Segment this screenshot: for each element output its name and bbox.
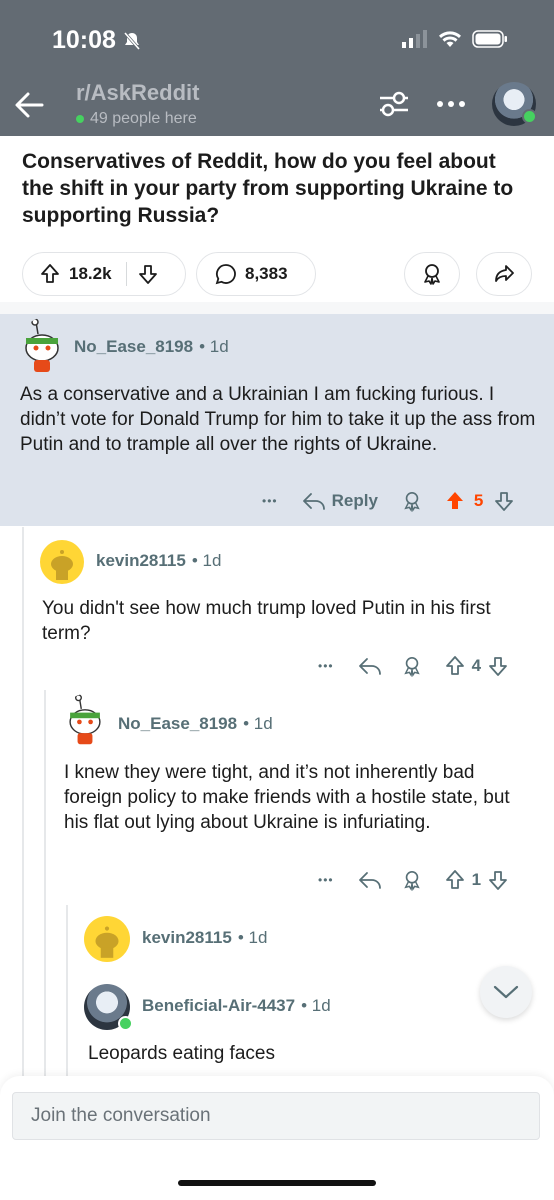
comment-score: 4 bbox=[471, 656, 482, 675]
share-button[interactable] bbox=[476, 252, 532, 296]
status-indicators bbox=[402, 30, 508, 48]
online-count: 49 people here bbox=[76, 110, 197, 128]
thread-line bbox=[44, 690, 46, 1076]
comment-more-button[interactable]: ••• bbox=[262, 494, 278, 508]
comment-age: • 1d bbox=[301, 996, 331, 1015]
comment-actions: ••• 1 bbox=[318, 869, 509, 891]
downvote-icon[interactable] bbox=[487, 869, 509, 891]
bell-slash-icon bbox=[123, 31, 141, 50]
comment-header: Beneficial-Air-4437 • 1d bbox=[142, 996, 331, 1016]
comment-more-button[interactable]: ••• bbox=[318, 659, 334, 673]
back-arrow-icon[interactable] bbox=[12, 88, 46, 122]
clock-text: 10:08 bbox=[52, 26, 116, 54]
comment-count: 8,383 bbox=[245, 264, 288, 283]
comment-actions: ••• 4 bbox=[318, 655, 509, 677]
reply-icon[interactable] bbox=[358, 655, 382, 677]
award-icon bbox=[424, 264, 440, 285]
award-button[interactable] bbox=[404, 252, 460, 296]
comment-age: • 1d bbox=[243, 714, 273, 733]
snoo-avatar-icon bbox=[95, 926, 119, 958]
upvote-icon[interactable] bbox=[444, 869, 466, 891]
thread-line bbox=[66, 905, 68, 1076]
downvote-icon[interactable] bbox=[493, 490, 515, 512]
comment-avatar[interactable] bbox=[62, 694, 108, 748]
comment-composer: Join the conversation bbox=[0, 1076, 554, 1200]
upvote-icon[interactable] bbox=[444, 655, 466, 677]
nav-bar: r/AskReddit 49 people here bbox=[0, 78, 554, 136]
comment-username[interactable]: No_Ease_8198 bbox=[118, 714, 237, 734]
comment-header: kevin28115 • 1d bbox=[142, 928, 267, 948]
status-time: 10:08 bbox=[52, 26, 142, 55]
comment-actions: ••• Reply 5 bbox=[262, 490, 515, 512]
join-conversation-input[interactable]: Join the conversation bbox=[12, 1092, 540, 1140]
comments-button[interactable]: 8,383 bbox=[196, 252, 316, 296]
comment-username[interactable]: No_Ease_8198 bbox=[74, 337, 193, 357]
online-text: 49 people here bbox=[90, 110, 197, 127]
section-divider bbox=[0, 302, 554, 314]
share-icon bbox=[495, 265, 514, 282]
comment-age: • 1d bbox=[199, 337, 229, 356]
downvote-icon[interactable] bbox=[487, 655, 509, 677]
snoo-avatar-icon bbox=[69, 694, 101, 745]
signal-icon bbox=[402, 30, 427, 48]
award-icon[interactable] bbox=[402, 869, 422, 891]
online-dot bbox=[118, 1016, 133, 1031]
downvote-icon[interactable] bbox=[137, 263, 159, 285]
upvote-active-icon[interactable] bbox=[444, 490, 466, 512]
comment-header: No_Ease_8198 • 1d bbox=[118, 714, 273, 734]
upvote-icon[interactable] bbox=[39, 263, 61, 285]
award-icon[interactable] bbox=[402, 490, 422, 512]
post-actions: 18.2k 8,383 bbox=[22, 252, 532, 298]
comment-body: As a conservative and a Ukrainian I am f… bbox=[20, 384, 536, 455]
user-avatar[interactable] bbox=[492, 82, 537, 126]
online-dot bbox=[76, 115, 84, 123]
comment-bubble-icon bbox=[215, 264, 236, 285]
vote-pill: 18.2k bbox=[22, 252, 186, 296]
comment-avatar[interactable] bbox=[40, 540, 84, 584]
comment-avatar[interactable] bbox=[20, 318, 64, 376]
comment-age: • 1d bbox=[237, 928, 268, 947]
upvote-count: 18.2k bbox=[69, 264, 112, 283]
comment-username[interactable]: kevin28115 bbox=[142, 928, 232, 948]
reply-button[interactable]: Reply bbox=[332, 491, 378, 511]
comment-body: You didn't see how much trump loved Puti… bbox=[42, 598, 491, 644]
snoo-avatar-icon bbox=[25, 318, 59, 372]
wifi-icon bbox=[439, 31, 461, 47]
comment-body: Leopards eating faces bbox=[88, 1043, 275, 1064]
comment-username[interactable]: kevin28115 bbox=[96, 551, 186, 571]
battery-icon bbox=[472, 30, 507, 48]
scroll-down-button[interactable] bbox=[480, 966, 532, 1018]
comment-header: No_Ease_8198 • 1d bbox=[74, 337, 229, 357]
comment-avatar[interactable] bbox=[84, 916, 130, 962]
comment-age: • 1d bbox=[191, 551, 222, 570]
home-indicator bbox=[178, 1180, 376, 1186]
app-header: 10:08 r/AskReddit 49 people here bbox=[0, 0, 554, 136]
thread-line bbox=[22, 527, 24, 1076]
comment-header: kevin28115 • 1d bbox=[96, 551, 221, 571]
composer-placeholder: Join the conversation bbox=[31, 1105, 211, 1126]
comment-score: 1 bbox=[471, 870, 482, 889]
comment-score: 5 bbox=[473, 491, 484, 510]
post-title[interactable]: Conservatives of Reddit, how do you feel… bbox=[22, 148, 532, 229]
award-icon[interactable] bbox=[402, 655, 422, 677]
comment-body: I knew they were tight, and it’s not inh… bbox=[64, 762, 510, 833]
reply-icon[interactable] bbox=[302, 490, 326, 512]
sort-filter-icon[interactable] bbox=[378, 90, 410, 118]
reply-icon[interactable] bbox=[358, 869, 382, 891]
comment-more-button[interactable]: ••• bbox=[318, 873, 334, 887]
comment-username[interactable]: Beneficial-Air-4437 bbox=[142, 996, 295, 1016]
chevron-down-icon bbox=[493, 985, 519, 999]
more-options-icon[interactable] bbox=[436, 100, 466, 108]
nav-actions bbox=[378, 82, 537, 126]
vote-divider bbox=[125, 262, 127, 286]
snoo-avatar-icon bbox=[51, 550, 73, 580]
subreddit-name[interactable]: r/AskReddit bbox=[76, 80, 199, 106]
